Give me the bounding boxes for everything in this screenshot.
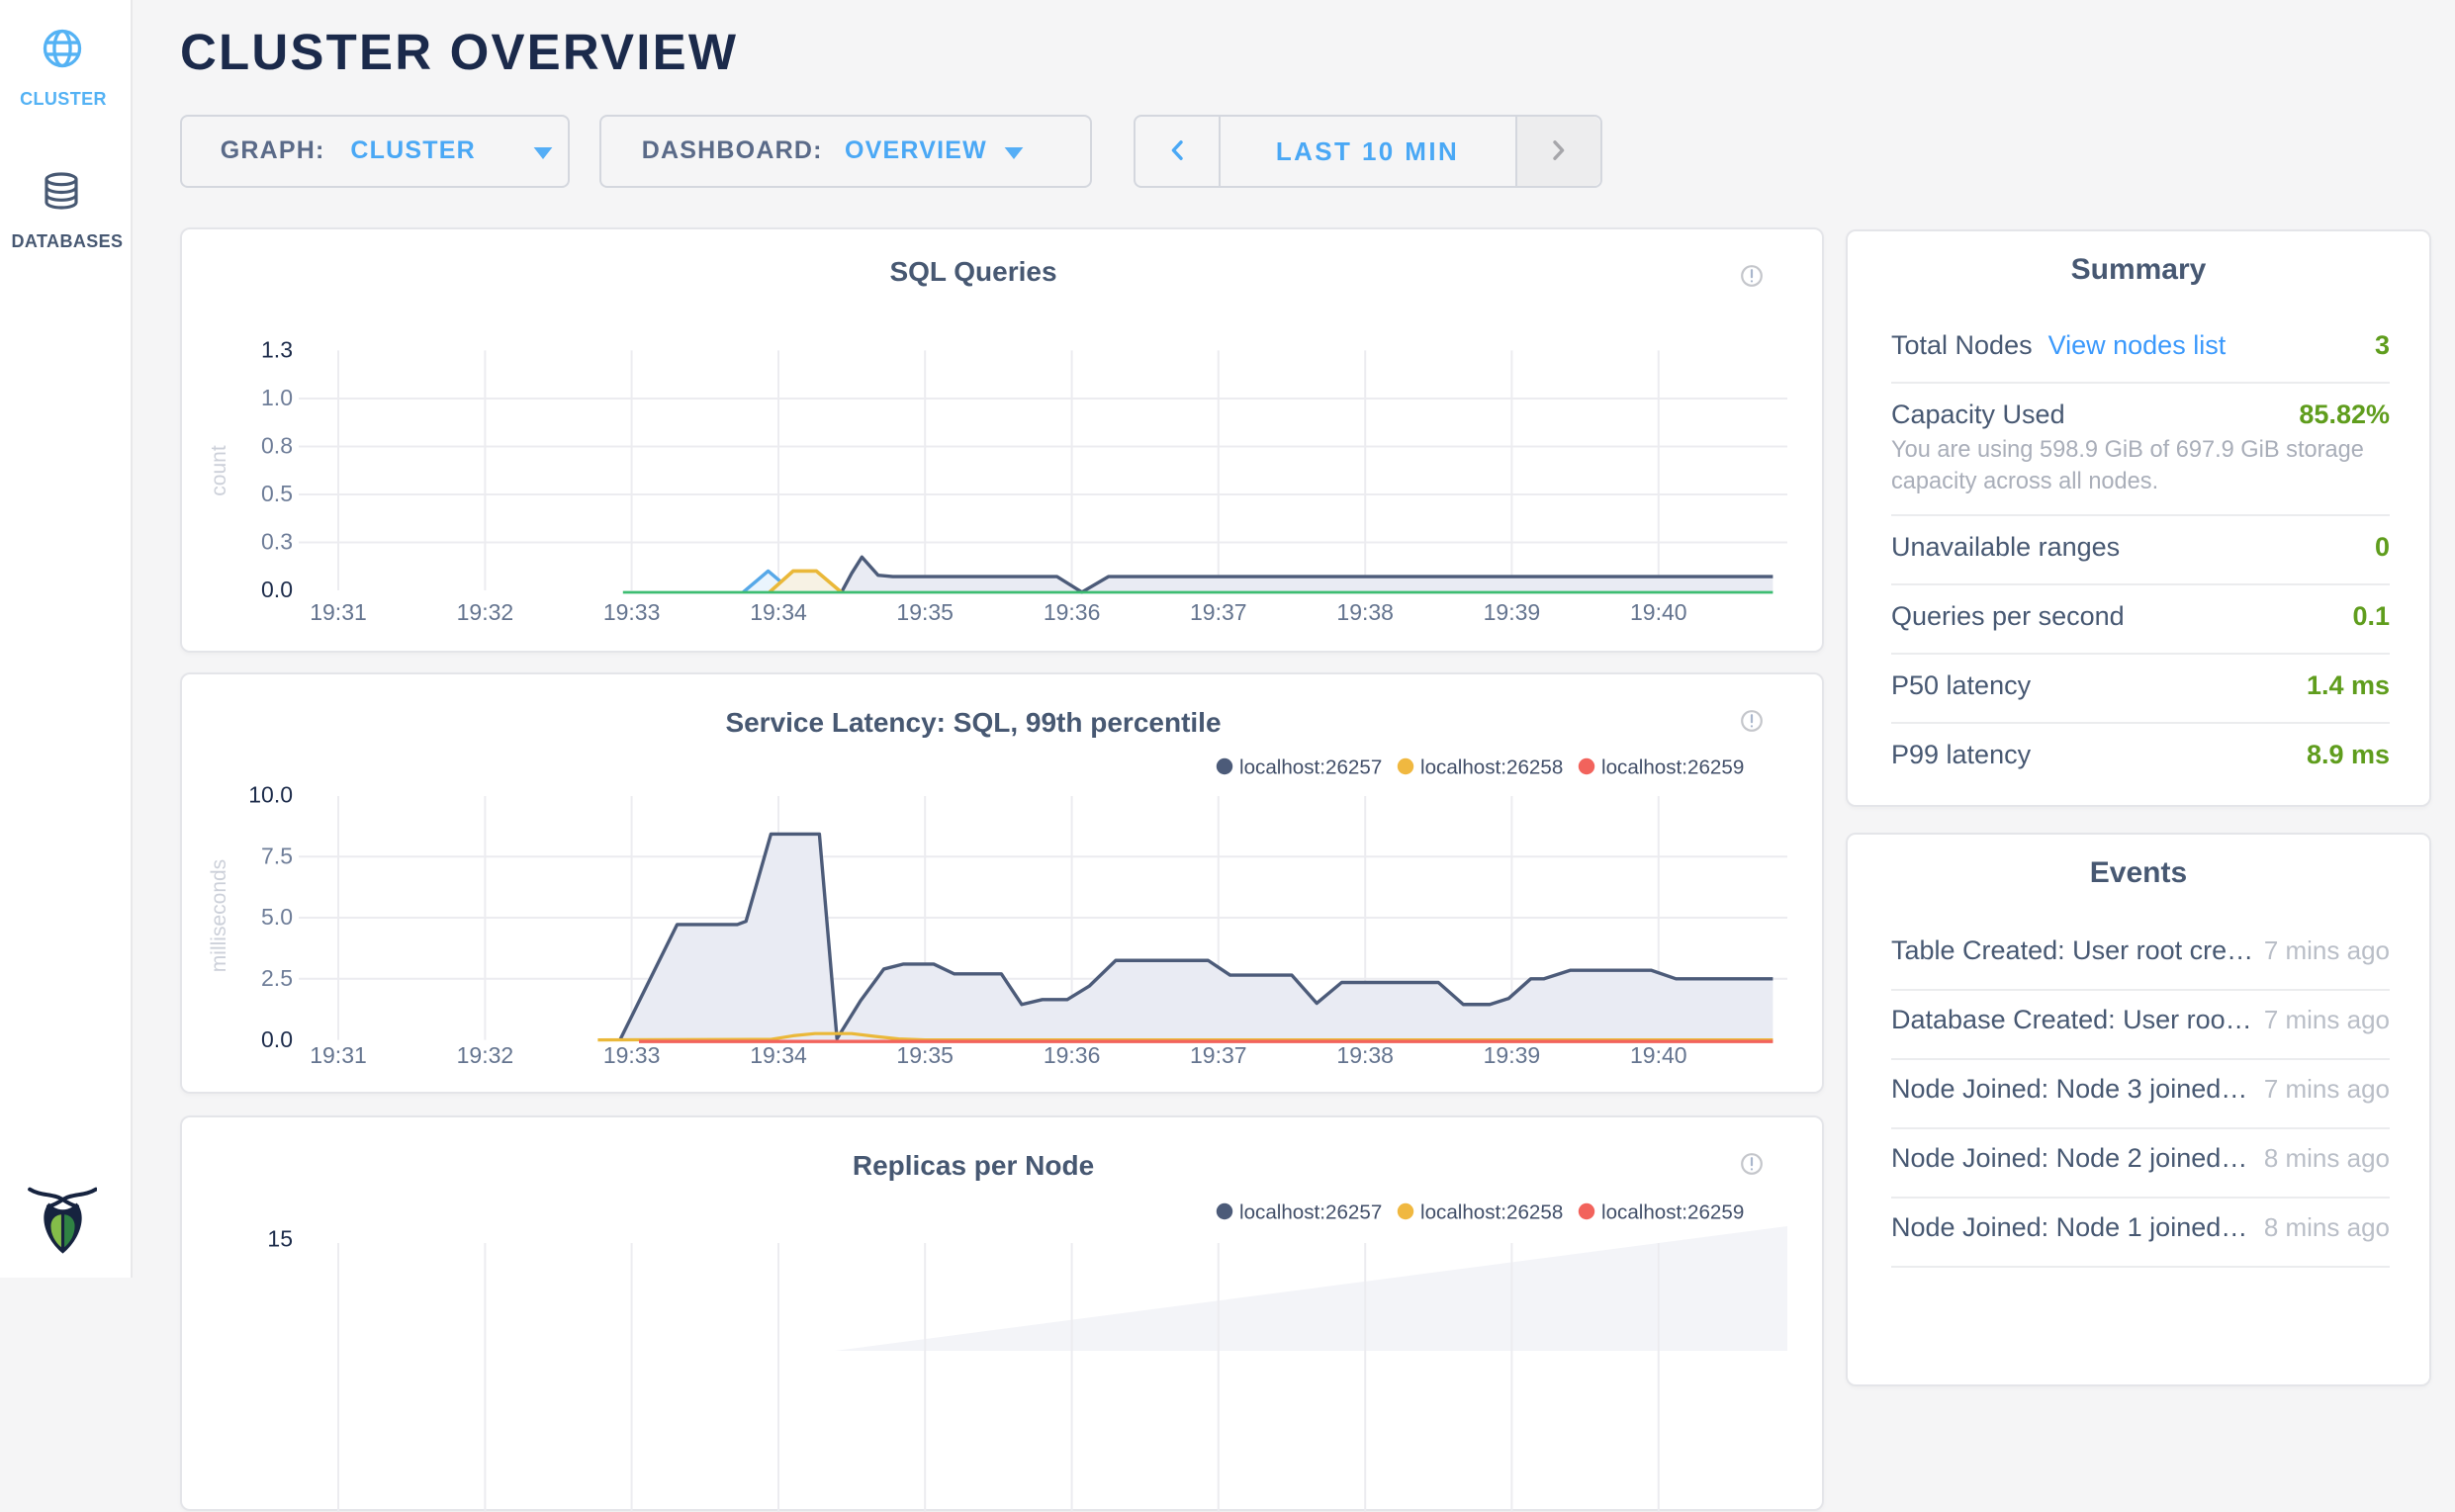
svg-text:19:38: 19:38: [1336, 1041, 1394, 1067]
svg-text:5.0: 5.0: [261, 903, 293, 929]
svg-text:19:37: 19:37: [1190, 599, 1247, 625]
svg-text:localhost:26257: localhost:26257: [1239, 755, 1382, 777]
svg-text:0.5: 0.5: [261, 481, 293, 506]
svg-text:0.8: 0.8: [261, 433, 293, 459]
svg-text:19:36: 19:36: [1044, 599, 1101, 625]
svg-text:localhost:26259: localhost:26259: [1601, 755, 1744, 777]
svg-text:1.3: 1.3: [261, 337, 293, 363]
svg-text:19:36: 19:36: [1044, 1041, 1101, 1067]
svg-text:19:34: 19:34: [750, 1041, 807, 1067]
svg-text:1.0: 1.0: [261, 385, 293, 410]
svg-text:0.0: 0.0: [261, 1025, 293, 1051]
svg-text:localhost:26258: localhost:26258: [1420, 755, 1563, 777]
svg-text:milliseconds: milliseconds: [208, 858, 230, 971]
svg-text:0.3: 0.3: [261, 529, 293, 555]
svg-text:0.0: 0.0: [261, 577, 293, 602]
svg-text:19:40: 19:40: [1630, 599, 1687, 625]
svg-text:19:33: 19:33: [603, 1041, 661, 1067]
svg-text:localhost:26259: localhost:26259: [1601, 1200, 1744, 1222]
svg-text:10.0: 10.0: [248, 781, 293, 807]
svg-text:7.5: 7.5: [261, 842, 293, 867]
svg-text:19:35: 19:35: [896, 1041, 954, 1067]
svg-text:count: count: [208, 445, 230, 496]
svg-text:19:33: 19:33: [603, 599, 661, 625]
svg-text:2.5: 2.5: [261, 964, 293, 990]
svg-text:19:31: 19:31: [310, 1041, 367, 1067]
svg-text:15: 15: [267, 1225, 293, 1251]
svg-text:19:32: 19:32: [457, 1041, 514, 1067]
svg-text:19:32: 19:32: [457, 599, 514, 625]
svg-text:19:38: 19:38: [1336, 599, 1394, 625]
svg-text:19:39: 19:39: [1484, 1041, 1541, 1067]
svg-text:19:34: 19:34: [750, 599, 807, 625]
svg-text:localhost:26258: localhost:26258: [1420, 1200, 1563, 1222]
svg-text:19:37: 19:37: [1190, 1041, 1247, 1067]
svg-text:19:39: 19:39: [1484, 599, 1541, 625]
svg-text:19:31: 19:31: [310, 599, 367, 625]
svg-text:19:35: 19:35: [896, 599, 954, 625]
svg-text:19:40: 19:40: [1630, 1041, 1687, 1067]
svg-text:localhost:26257: localhost:26257: [1239, 1200, 1382, 1222]
